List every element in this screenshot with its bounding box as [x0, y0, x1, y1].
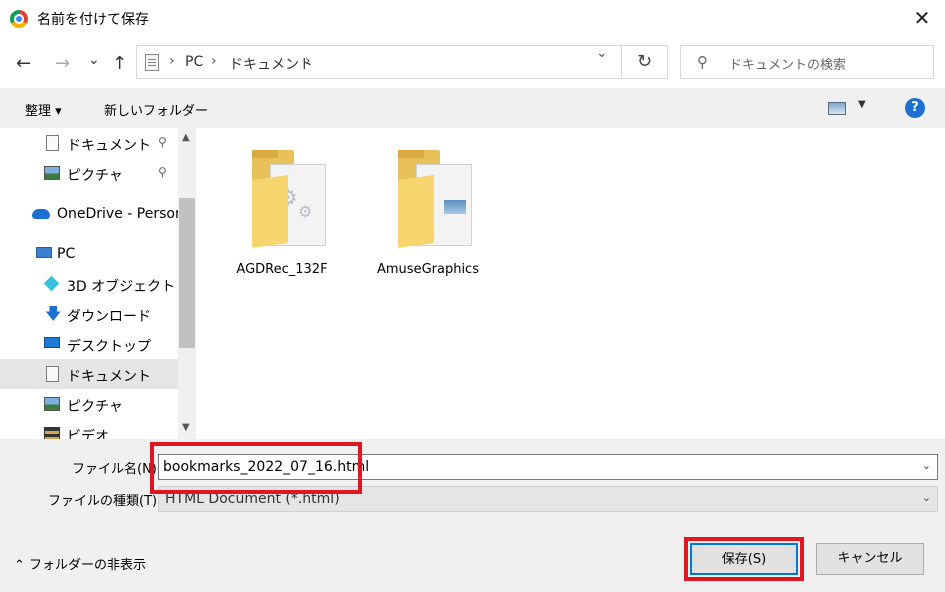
forward-button[interactable]: → — [55, 53, 70, 74]
breadcrumb-documents[interactable]: ドキュメント — [229, 54, 313, 74]
highlight-box — [150, 442, 362, 494]
file-list: ⚙ ⚙ AGDRec_132F AmuseGraphics — [196, 128, 945, 439]
sidebar-item-videos[interactable]: ビデオ — [0, 419, 178, 439]
search-icon: ⚲ — [697, 53, 708, 71]
folder-item[interactable]: AmuseGraphics — [368, 150, 488, 290]
sidebar-item-documents[interactable]: ドキュメント — [0, 359, 178, 389]
sidebar-item-label: OneDrive - Person — [57, 206, 178, 222]
download-icon: 🡇 — [45, 304, 62, 323]
pin-icon: ⚲ — [158, 135, 167, 149]
desktop-icon — [44, 337, 60, 348]
pin-icon: ⚲ — [158, 165, 167, 179]
hide-folders-label: フォルダーの非表示 — [29, 558, 147, 573]
pictures-icon — [44, 397, 60, 411]
cancel-button[interactable]: キャンセル — [816, 543, 924, 575]
back-button[interactable]: ← — [16, 53, 31, 74]
chevron-down-icon[interactable]: ⌄ — [922, 491, 931, 504]
sidebar-item-onedrive[interactable]: OneDrive - Person — [0, 199, 178, 229]
chevron-down-icon[interactable]: ⌄ — [922, 459, 931, 472]
document-icon — [145, 54, 159, 71]
folder-name: AGDRec_132F — [236, 262, 328, 277]
folder-name: AmuseGraphics — [377, 262, 479, 277]
sidebar-scrollbar[interactable]: ▲ ▼ — [178, 128, 196, 439]
sidebar-item-3d-objects[interactable]: 3D オブジェクト — [0, 269, 178, 299]
highlight-box — [684, 537, 804, 581]
save-panel: ファイル名(N): bookmarks_2022_07_16.html ⌄ ファ… — [0, 439, 945, 592]
scroll-down-icon[interactable]: ▼ — [182, 422, 190, 433]
window-title: 名前を付けて保存 — [37, 12, 149, 28]
scroll-up-icon[interactable]: ▲ — [182, 132, 190, 143]
pc-icon — [36, 247, 52, 258]
sidebar-item-pictures-quick[interactable]: ピクチャ ⚲ — [0, 158, 178, 188]
recent-locations-button[interactable]: ⌄ — [88, 52, 100, 68]
toolbar: 整理 ▾ 新しいフォルダー ▼ ? — [0, 88, 945, 128]
folder-icon — [398, 150, 476, 248]
address-row: ← → ⌄ ↑ › PC › ドキュメント › ⌄ ↻ ⚲ ドキュメントの検索 — [0, 38, 945, 88]
sidebar-item-label: ドキュメント — [67, 138, 151, 154]
document-icon — [46, 135, 59, 151]
folder-item[interactable]: ⚙ ⚙ AGDRec_132F — [222, 150, 342, 290]
filename-label: ファイル名(N): — [72, 462, 162, 477]
chrome-icon — [10, 10, 28, 28]
sidebar-item-label: ビデオ — [67, 429, 109, 439]
hide-folders-button[interactable]: ⌃ フォルダーの非表示 — [14, 554, 146, 573]
sidebar-item-pictures[interactable]: ピクチャ — [0, 389, 178, 419]
sidebar-item-label: ピクチャ — [67, 168, 123, 184]
new-folder-button[interactable]: 新しいフォルダー — [104, 100, 208, 119]
search-input[interactable]: ⚲ ドキュメントの検索 — [680, 45, 934, 79]
sidebar-item-label: ドキュメント — [67, 369, 151, 385]
scrollbar-thumb[interactable] — [179, 198, 195, 348]
folder-icon: ⚙ ⚙ — [252, 150, 330, 248]
navigation-pane: ドキュメント ⚲ ピクチャ ⚲ OneDrive - Person PC 3D … — [0, 128, 178, 439]
organize-menu[interactable]: 整理 ▾ — [25, 100, 62, 119]
sidebar-item-pc[interactable]: PC — [0, 239, 178, 269]
sidebar-item-label: デスクトップ — [67, 339, 151, 355]
sidebar-item-documents-quick[interactable]: ドキュメント ⚲ — [0, 128, 178, 158]
address-bar[interactable]: › PC › ドキュメント › — [136, 45, 622, 79]
breadcrumb-separator[interactable]: › — [305, 53, 311, 69]
sidebar-item-label: ダウンロード — [67, 309, 151, 325]
view-dropdown-icon[interactable]: ▼ — [858, 99, 866, 110]
help-button[interactable]: ? — [905, 98, 925, 118]
sidebar-item-downloads[interactable]: 🡇 ダウンロード — [0, 299, 178, 329]
up-button[interactable]: ↑ — [112, 53, 127, 74]
title-bar: 名前を付けて保存 ✕ — [0, 0, 945, 38]
breadcrumb-pc[interactable]: PC — [185, 54, 203, 70]
sidebar-item-label: PC — [57, 246, 76, 262]
view-icon[interactable] — [828, 102, 846, 115]
refresh-button[interactable]: ↻ — [622, 45, 668, 79]
breadcrumb-separator[interactable]: › — [169, 53, 175, 69]
sidebar-item-label: 3D オブジェクト — [67, 279, 176, 295]
breadcrumb-separator[interactable]: › — [211, 53, 217, 69]
video-icon — [44, 427, 60, 439]
onedrive-icon — [32, 209, 50, 219]
address-dropdown-icon[interactable]: ⌄ — [596, 45, 608, 61]
close-button[interactable]: ✕ — [899, 0, 945, 38]
sidebar-item-label: ピクチャ — [67, 399, 123, 415]
search-placeholder: ドキュメントの検索 — [729, 58, 847, 73]
chevron-up-icon: ⌃ — [14, 558, 25, 573]
pictures-icon — [44, 166, 60, 180]
3d-objects-icon — [43, 275, 60, 292]
filetype-label: ファイルの種類(T): — [48, 494, 162, 509]
document-icon — [46, 366, 59, 382]
sidebar-item-desktop[interactable]: デスクトップ — [0, 329, 178, 359]
